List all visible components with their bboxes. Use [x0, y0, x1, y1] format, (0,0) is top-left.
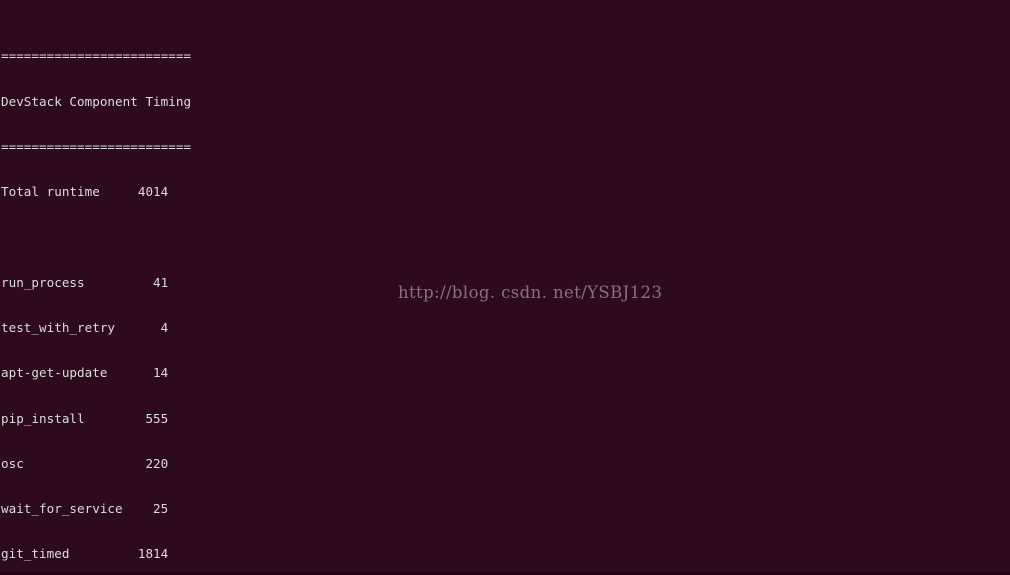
separator-line-top: ========================= [1, 48, 192, 64]
timing-row-wait-for-service: wait_for_service 25 [1, 501, 169, 517]
timing-row-test-with-retry: test_with_retry 4 [1, 319, 169, 335]
timing-row-run-process: run_process 41 [1, 274, 169, 290]
terminal-screen: ========================= DevStack Compo… [1, 3, 1010, 575]
total-runtime-row: Total runtime 4014 [1, 184, 169, 200]
timing-table-title: DevStack Component Timing [1, 93, 192, 109]
terminal-window[interactable]: ========================= DevStack Compo… [0, 0, 1010, 575]
timing-row-osc: osc 220 [1, 455, 169, 471]
timing-row-git-timed: git_timed 1814 [1, 546, 169, 562]
timing-row-apt-get-update: apt-get-update 14 [1, 365, 169, 381]
timing-row-pip-install: pip_install 555 [1, 410, 169, 426]
separator-line-middle: ========================= [1, 138, 192, 154]
